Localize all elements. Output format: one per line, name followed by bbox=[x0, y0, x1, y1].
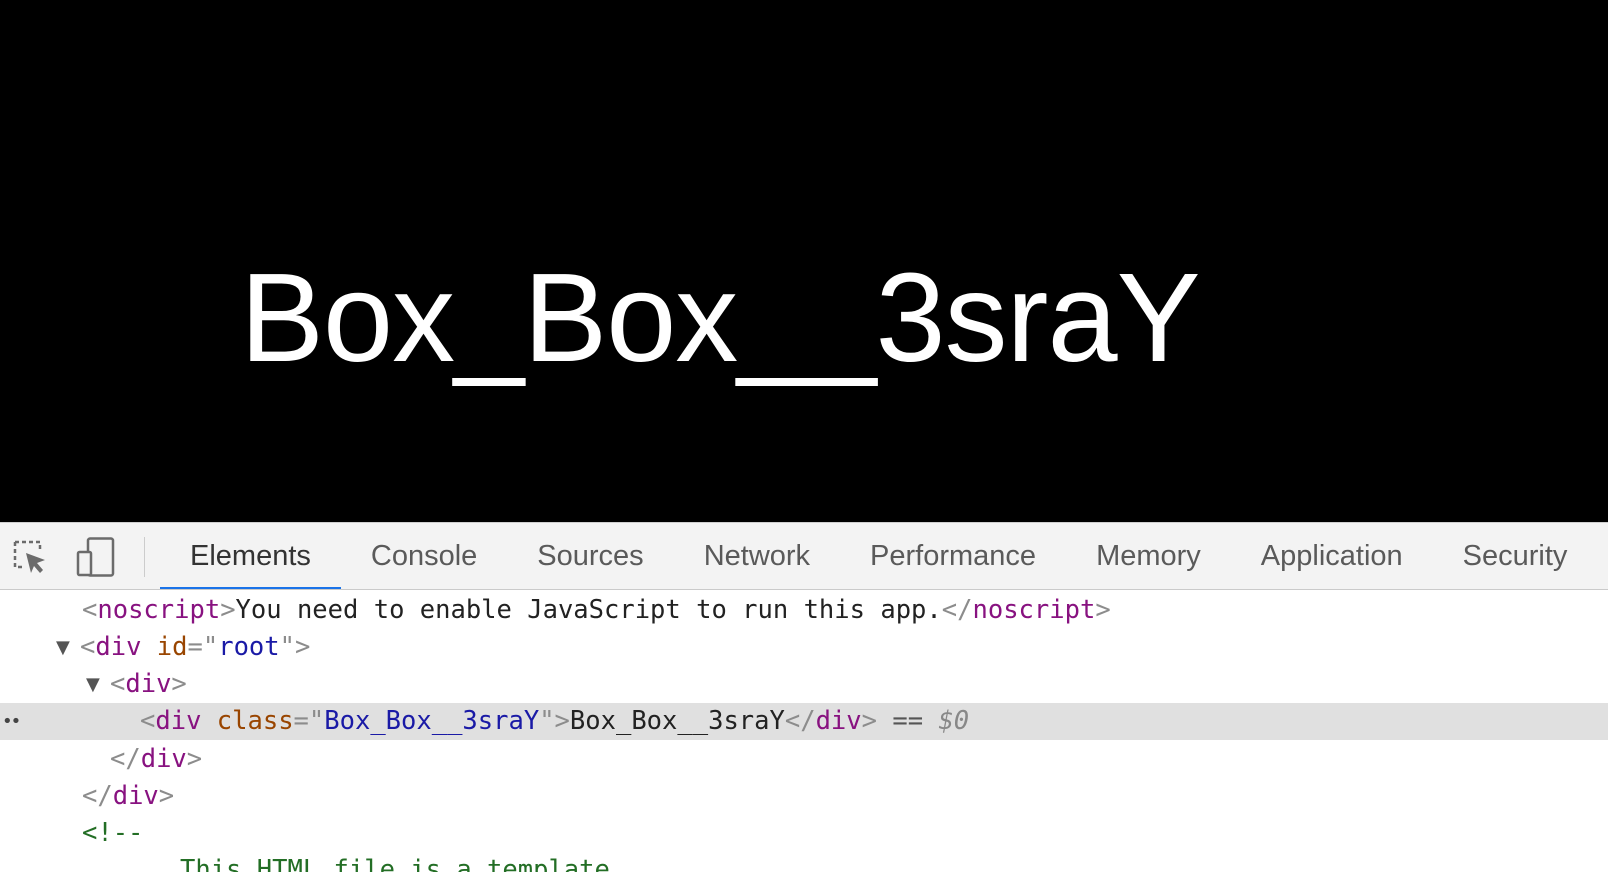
tag-name: div bbox=[155, 706, 202, 736]
comment-open: <!-- bbox=[82, 818, 144, 848]
tag-name: div bbox=[95, 632, 142, 662]
devtools-panel: Elements Console Sources Network Perform… bbox=[0, 522, 1608, 872]
tab-performance[interactable]: Performance bbox=[840, 523, 1066, 589]
tag-name: noscript bbox=[972, 595, 1096, 625]
devtools-toolbar: Elements Console Sources Network Perform… bbox=[0, 522, 1608, 590]
dom-node-comment[interactable]: <!-- bbox=[0, 815, 1608, 852]
node-text: You need to enable JavaScript to run thi… bbox=[235, 595, 942, 625]
tag-name: noscript bbox=[97, 595, 221, 625]
inspect-element-button[interactable] bbox=[10, 537, 50, 577]
dom-node-selected[interactable]: •• <div class="Box_Box__3sraY">Box_Box__… bbox=[0, 703, 1608, 740]
dom-node-noscript[interactable]: <noscript>You need to enable JavaScript … bbox=[0, 592, 1608, 629]
more-options-icon[interactable]: •• bbox=[2, 703, 21, 740]
browser-window: Box_Box__3sraY Elements Console Sources … bbox=[0, 0, 1608, 872]
node-text: Box_Box__3sraY bbox=[569, 706, 785, 736]
attr-value: root bbox=[218, 632, 280, 662]
console-ref: $0 bbox=[938, 706, 970, 736]
inspect-element-icon bbox=[13, 540, 45, 573]
tab-elements[interactable]: Elements bbox=[160, 523, 341, 589]
dom-node-close-inner[interactable]: </div> bbox=[0, 741, 1608, 778]
tab-console[interactable]: Console bbox=[341, 523, 507, 589]
tab-sources[interactable]: Sources bbox=[507, 523, 673, 589]
tag-name: div bbox=[815, 706, 862, 736]
attr-name: class bbox=[216, 706, 294, 736]
tab-network[interactable]: Network bbox=[674, 523, 840, 589]
dom-node-close-root[interactable]: </div> bbox=[0, 778, 1608, 815]
device-toolbar-button[interactable] bbox=[76, 537, 116, 577]
tag-name: div bbox=[140, 744, 187, 774]
attr-value: Box_Box__3sraY bbox=[324, 706, 540, 736]
dom-node-root[interactable]: ▼ <div id="root"> bbox=[0, 629, 1608, 666]
elements-dom-tree: <noscript>You need to enable JavaScript … bbox=[0, 590, 1608, 872]
tab-security[interactable]: Security bbox=[1433, 523, 1598, 589]
dom-node-inner-div[interactable]: ▼ <div> bbox=[0, 666, 1608, 703]
attr-name: id bbox=[156, 632, 188, 662]
box-rendered-text: Box_Box__3sraY bbox=[240, 247, 1201, 388]
devtools-tabs: Elements Console Sources Network Perform… bbox=[160, 523, 1598, 589]
tab-memory[interactable]: Memory bbox=[1066, 523, 1231, 589]
tab-application[interactable]: Application bbox=[1231, 523, 1433, 589]
expand-triangle-icon[interactable]: ▼ bbox=[56, 629, 70, 666]
tag-name: div bbox=[125, 669, 172, 699]
comment-text: This HTML file is a template. bbox=[180, 855, 626, 872]
device-toolbar-icon bbox=[76, 537, 115, 577]
expand-triangle-icon[interactable]: ▼ bbox=[86, 666, 100, 703]
page-viewport: Box_Box__3sraY bbox=[0, 0, 1608, 522]
toolbar-separator bbox=[144, 537, 145, 577]
ref-prefix: == bbox=[892, 706, 924, 736]
dom-node-comment-text: This HTML file is a template. bbox=[0, 852, 1608, 872]
tag-name: div bbox=[112, 781, 159, 811]
